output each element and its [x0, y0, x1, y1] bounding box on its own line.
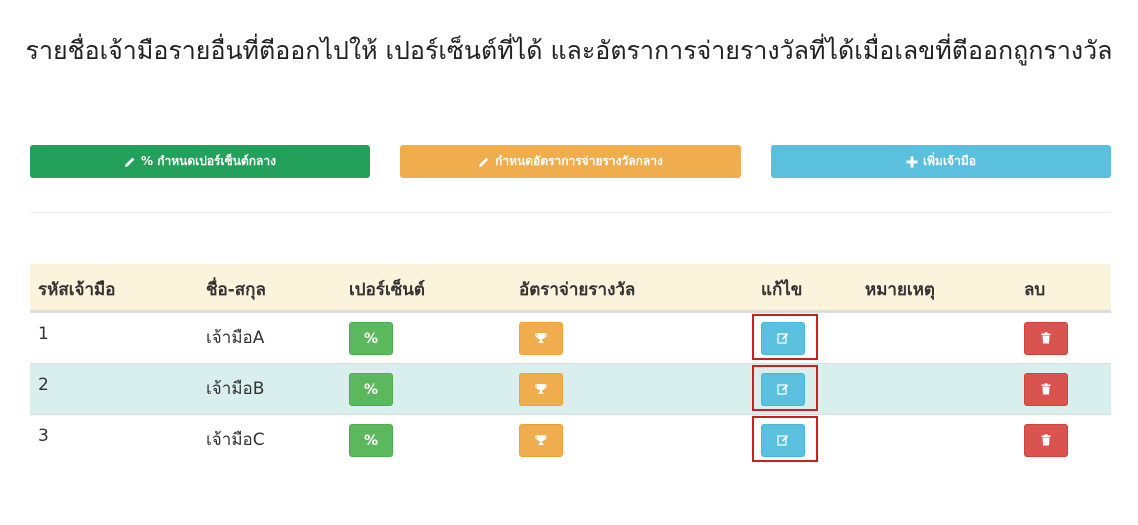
delete-button[interactable] [1024, 373, 1068, 406]
percent-button[interactable]: % [349, 322, 393, 355]
cell-name: เจ้ามือB [206, 379, 265, 399]
header-percent: เปอร์เซ็นต์ [349, 280, 425, 300]
cell-code: 2 [38, 375, 49, 395]
trophy-icon [535, 380, 547, 399]
trophy-icon [535, 431, 547, 450]
header-delete: ลบ [1024, 280, 1046, 300]
trash-icon [1041, 380, 1051, 399]
delete-button[interactable] [1024, 424, 1068, 457]
header-name: ชื่อ-สกุล [206, 280, 266, 300]
table-header: รหัสเจ้ามือ ชื่อ-สกุล เปอร์เซ็นต์ อัตราจ… [30, 264, 1111, 312]
set-central-percent-button[interactable]: % กำหนดเปอร์เซ็นต์กลาง [30, 145, 370, 178]
dealer-table: รหัสเจ้ามือ ชื่อ-สกุล เปอร์เซ็นต์ อัตราจ… [30, 264, 1111, 465]
payout-button[interactable] [519, 424, 563, 457]
cell-name: เจ้ามือA [206, 328, 265, 348]
cell-name: เจ้ามือC [206, 430, 265, 450]
cell-code: 3 [38, 426, 49, 446]
table-row: 1 เจ้ามือA % [30, 312, 1111, 363]
percent-icon: % [363, 330, 379, 347]
set-central-payout-button[interactable]: กำหนดอัตราการจ่ายรางวัลกลาง [400, 145, 741, 178]
percent-button[interactable]: % [349, 373, 393, 406]
edit-highlight-box [752, 416, 818, 462]
divider [30, 212, 1111, 213]
edit-highlight-box [752, 314, 818, 360]
set-central-percent-label: % กำหนดเปอร์เซ็นต์กลาง [141, 154, 276, 168]
trash-icon [1041, 431, 1051, 450]
header-payout: อัตราจ่ายรางวัล [519, 280, 636, 300]
pencil-icon [478, 156, 490, 168]
trophy-icon [535, 329, 547, 348]
pencil-icon [124, 156, 136, 168]
trash-icon [1041, 329, 1051, 348]
table-row: 2 เจ้ามือB % [30, 363, 1111, 414]
header-edit: แก้ไข [761, 280, 803, 300]
header-code: รหัสเจ้ามือ [38, 280, 116, 300]
percent-icon: % [363, 381, 379, 398]
percent-icon: % [363, 432, 379, 449]
table-row: 3 เจ้ามือC % [30, 414, 1111, 465]
percent-button[interactable]: % [349, 424, 393, 457]
payout-button[interactable] [519, 373, 563, 406]
set-central-payout-label: กำหนดอัตราการจ่ายรางวัลกลาง [495, 154, 663, 168]
plus-icon [906, 156, 918, 168]
cell-code: 1 [38, 324, 49, 344]
add-dealer-label: เพิ่มเจ้ามือ [923, 154, 976, 168]
add-dealer-button[interactable]: เพิ่มเจ้ามือ [771, 145, 1111, 178]
header-note: หมายเหตุ [865, 280, 935, 300]
edit-highlight-box [752, 365, 818, 411]
delete-button[interactable] [1024, 322, 1068, 355]
page-title: รายชื่อเจ้ามือรายอื่นที่ตีออกไปให้ เปอร์… [25, 36, 1113, 65]
payout-button[interactable] [519, 322, 563, 355]
